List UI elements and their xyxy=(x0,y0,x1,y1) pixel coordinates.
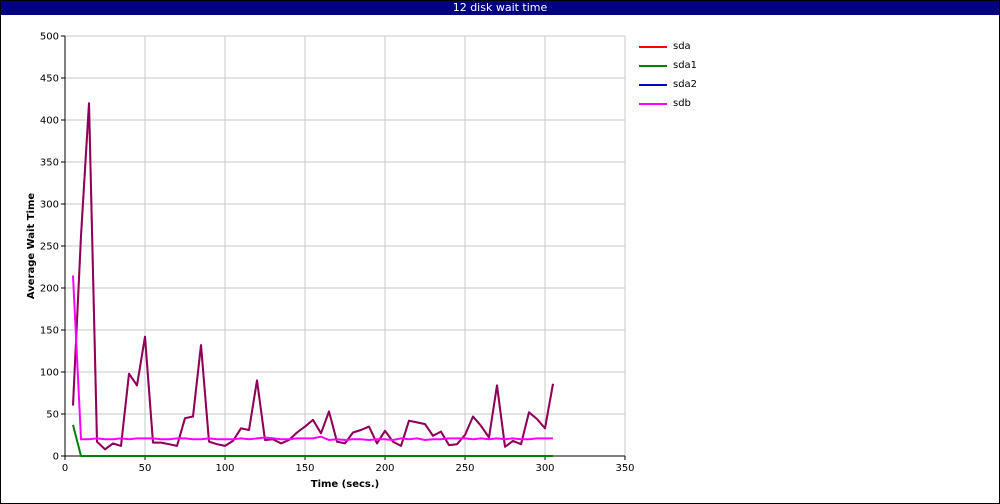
legend-label: sda2 xyxy=(673,79,698,90)
legend-item-sda2: sda2 xyxy=(639,75,697,94)
y-tick-label: 450 xyxy=(40,74,59,85)
x-tick-label: 300 xyxy=(535,463,554,474)
x-tick-label: 50 xyxy=(139,463,152,474)
legend-swatch xyxy=(639,83,667,86)
y-tick-label: 100 xyxy=(40,368,59,379)
y-tick-label: 300 xyxy=(40,200,59,211)
y-axis-label: Average Wait Time xyxy=(26,193,37,300)
legend-label: sda xyxy=(673,41,691,52)
chart-legend: sda sda1 sda2 sdb xyxy=(639,37,697,113)
legend-swatch xyxy=(639,102,667,105)
x-tick-label: 200 xyxy=(375,463,394,474)
y-tick-label: 0 xyxy=(53,452,59,463)
x-tick-label: 250 xyxy=(455,463,474,474)
legend-item-sda: sda xyxy=(639,37,697,56)
y-tick-label: 500 xyxy=(40,32,59,43)
y-tick-label: 400 xyxy=(40,116,59,127)
x-tick-label: 350 xyxy=(615,463,634,474)
chart-plot: 0 50 100 150 200 250 300 350 0 50 100 150 200 250 300 3… xyxy=(26,32,635,491)
x-tick-label: 150 xyxy=(295,463,314,474)
x-tick-label: 0 xyxy=(62,463,68,474)
x-axis-label: Time (secs.) xyxy=(311,479,380,490)
legend-label: sdb xyxy=(673,98,691,109)
legend-swatch xyxy=(639,45,667,48)
y-tick-label: 350 xyxy=(40,158,59,169)
legend-label: sda1 xyxy=(673,60,698,71)
chart-window: 12 disk wait time 0 50 100 150 200 250 300 350 0… xyxy=(0,0,1000,504)
y-tick-label: 50 xyxy=(46,410,59,421)
y-tick-label: 200 xyxy=(40,284,59,295)
y-tick-label: 250 xyxy=(40,242,59,253)
x-tick-label: 100 xyxy=(215,463,234,474)
legend-swatch xyxy=(639,64,667,67)
legend-item-sdb: sdb xyxy=(639,94,697,113)
y-tick-label: 150 xyxy=(40,326,59,337)
legend-item-sda1: sda1 xyxy=(639,56,697,75)
